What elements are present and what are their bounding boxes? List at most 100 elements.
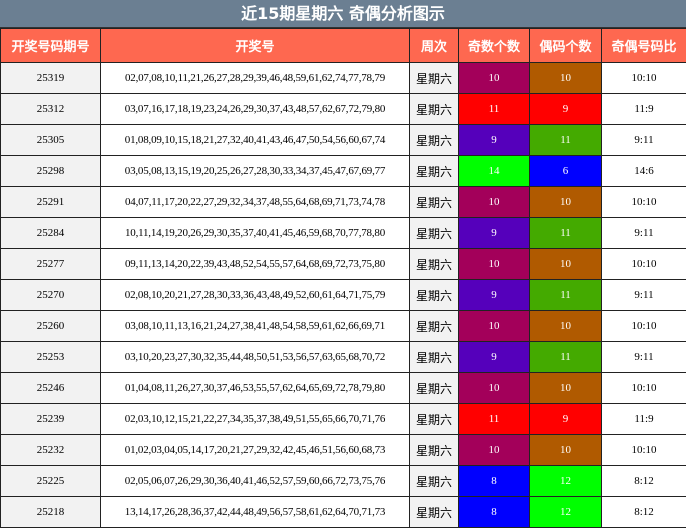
numbers-cell: 02,03,10,12,15,21,22,27,34,35,37,38,49,5… <box>100 403 410 435</box>
results-table: 开奖号码期号 开奖号 周次 奇数个数 偶码个数 奇偶号码比 25319 02,07… <box>0 28 686 528</box>
odd-count-cell: 9 <box>458 217 530 249</box>
even-count-cell: 11 <box>529 124 602 156</box>
even-count-cell: 10 <box>529 372 602 404</box>
week-cell: 星期六 <box>409 372 459 404</box>
ratio-cell: 11:9 <box>601 403 686 435</box>
odd-count-cell: 8 <box>458 465 530 497</box>
header-numbers: 开奖号 <box>100 28 410 63</box>
even-count-cell: 10 <box>529 248 602 280</box>
week-cell: 星期六 <box>409 93 459 125</box>
week-cell: 星期六 <box>409 434 459 466</box>
numbers-cell: 13,14,17,26,28,36,37,42,44,48,49,56,57,5… <box>100 496 410 528</box>
even-count-cell: 11 <box>529 341 602 373</box>
ratio-cell: 10:10 <box>601 310 686 342</box>
period-cell: 25270 <box>0 279 101 311</box>
period-cell: 25312 <box>0 93 101 125</box>
odd-count-cell: 8 <box>458 496 530 528</box>
ratio-cell: 9:11 <box>601 279 686 311</box>
odd-count-cell: 9 <box>458 279 530 311</box>
even-count-cell: 9 <box>529 403 602 435</box>
period-cell: 25298 <box>0 155 101 187</box>
odd-count-cell: 11 <box>458 93 530 125</box>
table-row: 25305 01,08,09,10,15,18,21,27,32,40,41,43… <box>0 124 686 156</box>
even-count-cell: 10 <box>529 62 602 94</box>
even-count-cell: 11 <box>529 279 602 311</box>
odd-count-cell: 9 <box>458 341 530 373</box>
week-cell: 星期六 <box>409 403 459 435</box>
header-odd-count: 奇数个数 <box>458 28 530 63</box>
table-row: 25246 01,04,08,11,26,27,30,37,46,53,55,57… <box>0 372 686 404</box>
table-row: 25218 13,14,17,26,28,36,37,42,44,48,49,56… <box>0 496 686 528</box>
even-count-cell: 12 <box>529 496 602 528</box>
numbers-cell: 03,05,08,13,15,19,20,25,26,27,28,30,33,3… <box>100 155 410 187</box>
numbers-cell: 03,07,16,17,18,19,23,24,26,29,30,37,43,4… <box>100 93 410 125</box>
even-count-cell: 6 <box>529 155 602 187</box>
header-ratio: 奇偶号码比 <box>601 28 686 63</box>
ratio-cell: 11:9 <box>601 93 686 125</box>
week-cell: 星期六 <box>409 62 459 94</box>
period-cell: 25253 <box>0 341 101 373</box>
period-cell: 25246 <box>0 372 101 404</box>
week-cell: 星期六 <box>409 186 459 218</box>
week-cell: 星期六 <box>409 341 459 373</box>
ratio-cell: 10:10 <box>601 248 686 280</box>
table-row: 25270 02,08,10,20,21,27,28,30,33,36,43,48… <box>0 279 686 311</box>
week-cell: 星期六 <box>409 124 459 156</box>
week-cell: 星期六 <box>409 217 459 249</box>
table-header: 开奖号码期号 开奖号 周次 奇数个数 偶码个数 奇偶号码比 <box>0 28 686 63</box>
ratio-cell: 14:6 <box>601 155 686 187</box>
week-cell: 星期六 <box>409 465 459 497</box>
table-row: 25298 03,05,08,13,15,19,20,25,26,27,28,30… <box>0 155 686 187</box>
numbers-cell: 02,07,08,10,11,21,26,27,28,29,39,46,48,5… <box>100 62 410 94</box>
numbers-cell: 01,04,08,11,26,27,30,37,46,53,55,57,62,6… <box>100 372 410 404</box>
table-row: 25239 02,03,10,12,15,21,22,27,34,35,37,38… <box>0 403 686 435</box>
numbers-cell: 09,11,13,14,20,22,39,43,48,52,54,55,57,6… <box>100 248 410 280</box>
period-cell: 25218 <box>0 496 101 528</box>
ratio-cell: 8:12 <box>601 465 686 497</box>
table-body: 25319 02,07,08,10,11,21,26,27,28,29,39,46… <box>0 62 686 528</box>
week-cell: 星期六 <box>409 279 459 311</box>
header-period: 开奖号码期号 <box>0 28 101 63</box>
ratio-cell: 10:10 <box>601 372 686 404</box>
header-week: 周次 <box>409 28 459 63</box>
ratio-cell: 9:11 <box>601 217 686 249</box>
even-count-cell: 11 <box>529 217 602 249</box>
even-count-cell: 10 <box>529 434 602 466</box>
odd-count-cell: 10 <box>458 248 530 280</box>
period-cell: 25260 <box>0 310 101 342</box>
even-count-cell: 10 <box>529 310 602 342</box>
period-cell: 25305 <box>0 124 101 156</box>
table-row: 25232 01,02,03,04,05,14,17,20,21,27,29,32… <box>0 434 686 466</box>
header-even-count: 偶码个数 <box>529 28 602 63</box>
ratio-cell: 10:10 <box>601 62 686 94</box>
period-cell: 25225 <box>0 465 101 497</box>
page-title: 近15期星期六 奇偶分析图示 <box>0 0 686 28</box>
ratio-cell: 9:11 <box>601 124 686 156</box>
table-row: 25312 03,07,16,17,18,19,23,24,26,29,30,37… <box>0 93 686 125</box>
numbers-cell: 02,05,06,07,26,29,30,36,40,41,46,52,57,5… <box>100 465 410 497</box>
numbers-cell: 03,08,10,11,13,16,21,24,27,38,41,48,54,5… <box>100 310 410 342</box>
numbers-cell: 02,08,10,20,21,27,28,30,33,36,43,48,49,5… <box>100 279 410 311</box>
numbers-cell: 10,11,14,19,20,26,29,30,35,37,40,41,45,4… <box>100 217 410 249</box>
odd-even-analysis-panel: 近15期星期六 奇偶分析图示 开奖号码期号 开奖号 周次 奇数个数 偶码个数 奇… <box>0 0 686 528</box>
even-count-cell: 9 <box>529 93 602 125</box>
period-cell: 25319 <box>0 62 101 94</box>
ratio-cell: 10:10 <box>601 186 686 218</box>
period-cell: 25239 <box>0 403 101 435</box>
ratio-cell: 10:10 <box>601 434 686 466</box>
table-row: 25253 03,10,20,23,27,30,32,35,44,48,50,51… <box>0 341 686 373</box>
week-cell: 星期六 <box>409 155 459 187</box>
period-cell: 25277 <box>0 248 101 280</box>
table-row: 25225 02,05,06,07,26,29,30,36,40,41,46,52… <box>0 465 686 497</box>
odd-count-cell: 10 <box>458 62 530 94</box>
ratio-cell: 8:12 <box>601 496 686 528</box>
table-row: 25291 04,07,11,17,20,22,27,29,32,34,37,48… <box>0 186 686 218</box>
numbers-cell: 01,02,03,04,05,14,17,20,21,27,29,32,42,4… <box>100 434 410 466</box>
table-row: 25284 10,11,14,19,20,26,29,30,35,37,40,41… <box>0 217 686 249</box>
period-cell: 25232 <box>0 434 101 466</box>
header-row: 开奖号码期号 开奖号 周次 奇数个数 偶码个数 奇偶号码比 <box>0 28 686 63</box>
odd-count-cell: 10 <box>458 372 530 404</box>
odd-count-cell: 14 <box>458 155 530 187</box>
numbers-cell: 03,10,20,23,27,30,32,35,44,48,50,51,53,5… <box>100 341 410 373</box>
even-count-cell: 10 <box>529 186 602 218</box>
